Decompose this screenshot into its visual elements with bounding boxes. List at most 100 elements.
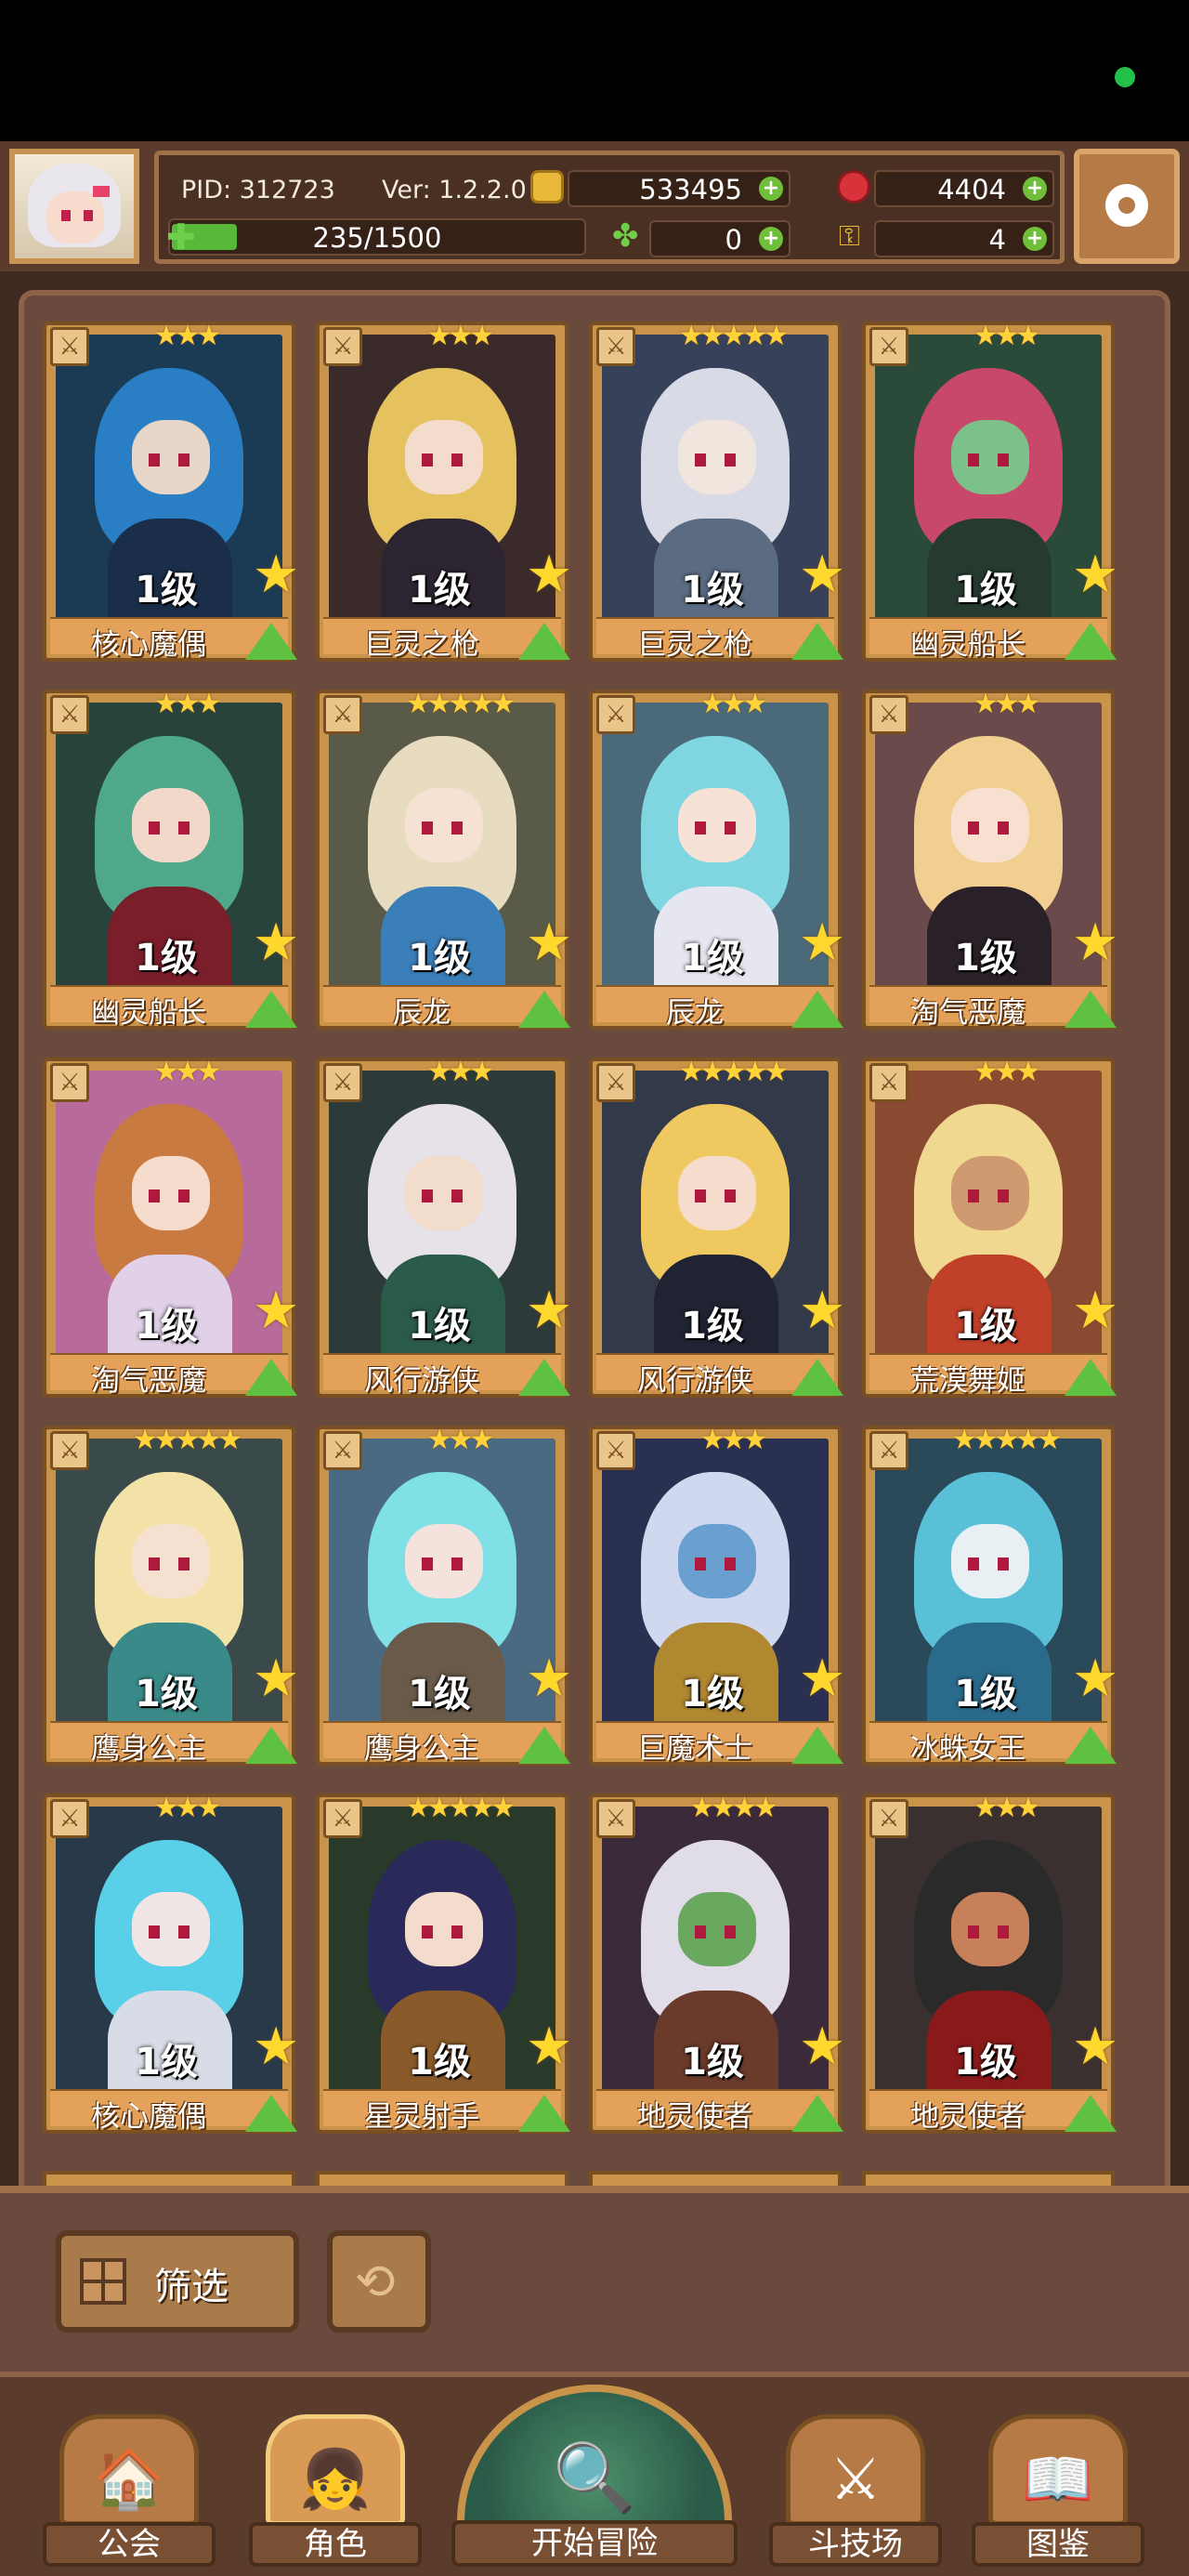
star-icon: ★ — [799, 545, 846, 605]
hero-card[interactable]: ⚔ ★★★★★ 1级 ★ 辰龙 — [316, 688, 572, 1030]
add-clover-button[interactable]: + — [759, 227, 783, 251]
hero-face — [132, 1892, 210, 1966]
sword-icon: ⚔ — [50, 1431, 89, 1470]
hero-level: 1级 — [408, 1305, 471, 1347]
hero-card[interactable]: ⚔ ★★★ 1级 ★ 辰龙 — [589, 688, 845, 1030]
add-gold-button[interactable]: + — [759, 177, 783, 201]
hero-card[interactable]: ⚔ ★★★★ 1级 ★ 地灵使者 — [589, 1792, 846, 2134]
star-rating: ★★★ — [153, 320, 222, 352]
nav-tab-arena[interactable]: ⚔ 斗技场 — [769, 2414, 942, 2567]
up-arrow-icon[interactable] — [1065, 1359, 1117, 1396]
hero-name-bar: 辰龙 — [596, 985, 843, 1030]
hero-level: 1级 — [408, 569, 471, 611]
sword-icon: ⚔ — [596, 1431, 635, 1470]
hero-name: 冰蛛女王 — [910, 1732, 1026, 1766]
up-arrow-icon[interactable] — [518, 623, 570, 660]
up-arrow-icon[interactable] — [791, 1727, 843, 1764]
hero-card[interactable]: ⚔ ★★★ 1级 ★ 巨灵之枪 — [316, 320, 572, 662]
up-arrow-icon[interactable] — [245, 1359, 297, 1396]
hero-card[interactable]: ⚔ ★★★ 1级 ★ 淘气恶魔 — [862, 688, 1118, 1030]
sword-icon: ⚔ — [869, 1063, 908, 1102]
player-avatar[interactable] — [9, 149, 139, 264]
star-rating: ★★★ — [699, 688, 768, 720]
hero-face — [405, 1156, 483, 1230]
nav-start-adventure[interactable]: 🔍 开始冒险 — [451, 2385, 738, 2567]
star-rating: ★★★★★ — [951, 1424, 1062, 1456]
up-arrow-icon[interactable] — [518, 1359, 570, 1396]
hero-card[interactable]: ⚔ ★★★★★ 1级 ★ 风行游侠 — [589, 1056, 845, 1398]
hero-card[interactable]: ⚔ ★★★ 1级 ★ 幽灵船长 — [862, 320, 1118, 662]
hero-name-bar: 幽灵船长 — [869, 617, 1117, 662]
hero-name-bar: 鹰身公主 — [323, 1721, 570, 1766]
hero-name-bar: 巨灵之枪 — [596, 617, 843, 662]
character-portrait-icon: 👧 — [299, 2445, 372, 2513]
hero-card[interactable]: ⚔ ★★★★★ 1级 ★ 鹰身公主 — [43, 1424, 299, 1766]
guild-building-icon: 🏠 — [93, 2445, 165, 2513]
sword-icon: ⚔ — [50, 1063, 89, 1102]
up-arrow-icon[interactable] — [1065, 2095, 1117, 2132]
up-arrow-icon[interactable] — [1065, 991, 1117, 1028]
up-arrow-icon[interactable] — [245, 2095, 297, 2132]
hero-card[interactable]: ⚔ ★★★ 1级 ★ 巨魔术士 — [589, 1424, 846, 1766]
up-arrow-icon[interactable] — [245, 623, 297, 660]
star-icon: ★ — [799, 1649, 846, 1709]
star-rating: ★★★ — [973, 1792, 1041, 1824]
hero-level: 1级 — [681, 569, 744, 611]
hero-name-bar: 核心魔偶 — [50, 617, 297, 662]
hero-card[interactable]: ⚔ ★★★ 1级 ★ 核心魔偶 — [43, 320, 299, 662]
star-icon: ★ — [1072, 2017, 1119, 2077]
sword-icon: ⚔ — [50, 327, 89, 366]
star-rating: ★★★★★ — [678, 320, 789, 352]
gold-counter[interactable]: 533495 + — [568, 170, 790, 207]
up-arrow-icon[interactable] — [518, 1727, 570, 1764]
up-arrow-icon[interactable] — [1065, 1727, 1117, 1764]
hero-level: 1级 — [135, 1305, 198, 1347]
up-arrow-icon[interactable] — [791, 1359, 843, 1396]
star-rating: ★★★★★ — [405, 688, 516, 720]
up-arrow-icon[interactable] — [791, 991, 843, 1028]
up-arrow-icon[interactable] — [791, 2095, 843, 2132]
key-counter[interactable]: 4 + — [874, 220, 1054, 257]
hero-card[interactable]: ⚔ ★★★ 1级 ★ 风行游侠 — [316, 1056, 572, 1398]
gem-value: 4404 — [937, 174, 1006, 205]
clover-counter[interactable]: 0 + — [649, 220, 790, 257]
add-key-button[interactable]: + — [1023, 227, 1047, 251]
up-arrow-icon[interactable] — [245, 991, 297, 1028]
stamina-bar[interactable]: ✚ 235/1500 — [166, 217, 586, 257]
hero-card[interactable]: ⚔ ★★★★★ 1级 ★ 巨灵之枪 — [589, 320, 846, 662]
nav-tab-codex[interactable]: 📖 图鉴 — [972, 2414, 1144, 2567]
hero-face — [678, 788, 756, 862]
add-gem-button[interactable]: + — [1023, 177, 1047, 201]
refresh-button[interactable]: ⟲ — [327, 2230, 431, 2333]
up-arrow-icon[interactable] — [518, 991, 570, 1028]
game-version: Ver: 1.2.2.0 — [382, 176, 527, 204]
up-arrow-icon[interactable] — [1065, 623, 1117, 660]
hero-card[interactable]: ⚔ ★★★ 1级 ★ 荒漠舞姬 — [862, 1056, 1118, 1398]
star-rating: ★★★ — [426, 1424, 495, 1456]
hero-name: 星灵射手 — [364, 2100, 479, 2134]
filter-button[interactable]: 筛选 — [56, 2230, 299, 2333]
gem-counter[interactable]: 4404 + — [874, 170, 1054, 207]
hero-level: 1级 — [408, 937, 471, 979]
nav-label-adventure: 开始冒险 — [451, 2520, 738, 2567]
hero-name: 鹰身公主 — [91, 1732, 206, 1766]
up-arrow-icon[interactable] — [245, 1727, 297, 1764]
settings-button[interactable] — [1074, 149, 1180, 264]
nav-tab-character[interactable]: 👧 角色 — [249, 2414, 422, 2567]
hero-card[interactable]: ⚔ ★★★ 1级 ★ 鹰身公主 — [316, 1424, 572, 1766]
nav-tab-guild[interactable]: 🏠 公会 — [43, 2414, 216, 2567]
hero-card[interactable]: ⚔ ★★★ 1级 ★ 幽灵船长 — [43, 688, 299, 1030]
up-arrow-icon[interactable] — [791, 623, 843, 660]
hero-card[interactable]: ⚔ ★★★ 1级 ★ 地灵使者 — [862, 1792, 1119, 2134]
hero-card[interactable]: ⚔ ★★★★★ 1级 ★ 冰蛛女王 — [862, 1424, 1118, 1766]
hero-name: 荒漠舞姬 — [910, 1364, 1026, 1398]
hero-grid[interactable]: ⚔ ★★★ 1级 ★ 核心魔偶 ⚔ ★★★ 1级 ★ 巨灵之枪 ⚔ ★★★★★ 1级 ★ 巨灵之枪 ⚔ ★★★ 1… — [19, 290, 1170, 2204]
hero-card[interactable]: ⚔ ★★★★★ 1级 ★ 星灵射手 — [316, 1792, 572, 2134]
hero-card[interactable]: ⚔ ★★★ 1级 ★ 淘气恶魔 — [43, 1056, 299, 1398]
hero-name: 幽灵船长 — [910, 628, 1026, 662]
sword-icon: ⚔ — [596, 1799, 635, 1838]
hero-card[interactable]: ⚔ ★★★ 1级 ★ 核心魔偶 — [43, 1792, 299, 2134]
up-arrow-icon[interactable] — [518, 2095, 570, 2132]
key-icon: ⚿ — [839, 220, 860, 253]
star-icon: ★ — [799, 2017, 846, 2077]
